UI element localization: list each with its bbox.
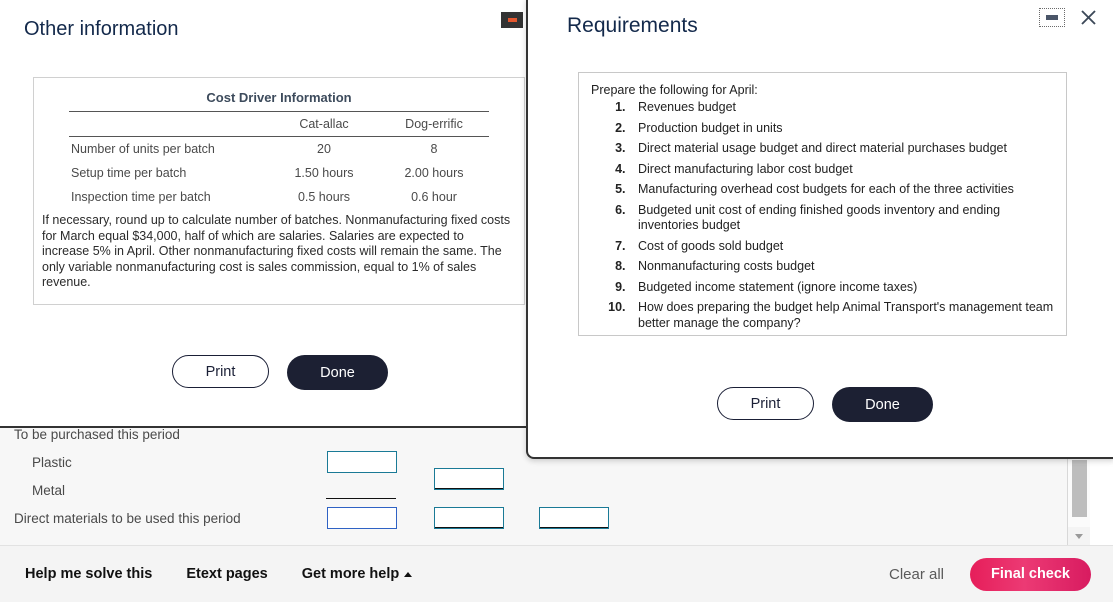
cell-cat-allac: 20 [317, 142, 331, 156]
minimize-button-requirements[interactable] [1039, 7, 1065, 27]
minimize-icon [1046, 14, 1058, 20]
etext-pages-label: Etext pages [186, 566, 268, 582]
row-label: Inspection time per batch [71, 190, 211, 204]
get-more-help-label: Get more help [301, 566, 400, 582]
subtotal-rule-col1 [326, 498, 396, 499]
list-item: Manufacturing overhead cost budgets for … [629, 182, 1054, 198]
table-head: Cat-allac Dog-errific [69, 111, 489, 137]
table-row: Number of units per batch 20 8 [69, 137, 489, 162]
scrollbar-thumb[interactable] [1072, 460, 1087, 517]
list-item: Budgeted income statement (ignore income… [629, 280, 1054, 296]
caret-up-icon [404, 571, 413, 577]
close-icon [1080, 9, 1096, 25]
cell-dog-errific: 0.6 hour [411, 190, 457, 204]
row-label: Direct materials to be used this period [14, 510, 241, 526]
table-row: Inspection time per batch 0.5 hours 0.6 … [69, 185, 489, 209]
row-label: Number of units per batch [71, 142, 215, 156]
cost-driver-exhibit: Cost Driver Information Cat-allac Dog-er… [33, 77, 525, 305]
cell-cat-allac: 0.5 hours [297, 190, 351, 204]
print-button-requirements[interactable]: Print [717, 387, 814, 420]
input-direct-materials-col2[interactable] [434, 507, 504, 529]
cost-driver-table: Cat-allac Dog-errific Number of units pe… [69, 111, 489, 209]
list-item: How does preparing the budget help Anima… [629, 300, 1054, 331]
requirements-intro: Prepare the following for April: [591, 83, 758, 97]
list-item: Budgeted unit cost of ending finished go… [629, 203, 1054, 234]
worksheet-row-direct-materials: Direct materials to be used this period [0, 504, 1070, 532]
exhibit-title: Cost Driver Information [206, 90, 352, 105]
list-item: Direct material usage budget and direct … [629, 141, 1054, 157]
input-plastic-col1[interactable] [327, 451, 397, 473]
help-me-solve-this-link[interactable]: Help me solve this [25, 566, 152, 582]
get-more-help-link[interactable]: Get more help [302, 566, 413, 582]
worksheet-row-metal: Metal [0, 468, 1070, 504]
row-label: Plastic [32, 454, 72, 470]
final-check-button[interactable]: Final check [970, 557, 1091, 591]
other-information-title: Other information [24, 18, 179, 40]
column-header-blank [69, 111, 269, 137]
requirements-buttons: Print Done [717, 387, 933, 422]
input-direct-materials-col1[interactable] [327, 507, 397, 529]
row-label: Setup time per batch [71, 166, 187, 180]
requirements-window-controls [1039, 4, 1101, 30]
scrollbar-down-button[interactable] [1068, 527, 1090, 545]
table-header-row: Cat-allac Dog-errific [69, 111, 489, 137]
cell-cat-allac: 1.50 hours [294, 166, 354, 180]
table-row: Setup time per batch 1.50 hours 2.00 hou… [69, 161, 489, 185]
chevron-down-icon [1075, 533, 1083, 539]
footer-left-links: Help me solve this Etext pages Get more … [0, 566, 413, 582]
requirements-content-box: Prepare the following for April: Revenue… [578, 72, 1067, 336]
close-button-requirements[interactable] [1075, 4, 1101, 30]
table-body: Number of units per batch 20 8 Setup tim… [69, 137, 489, 210]
exhibit-note: If necessary, round up to calculate numb… [42, 213, 511, 289]
row-label: Metal [32, 482, 66, 498]
row-label: To be purchased this period [14, 426, 180, 442]
list-item: Direct manufacturing labor cost budget [629, 162, 1054, 178]
minimize-button-other[interactable] [501, 12, 523, 28]
list-item: Cost of goods sold budget [629, 239, 1054, 255]
clear-all-button[interactable]: Clear all [889, 566, 944, 583]
column-header-dog-errific: Dog-errific [379, 111, 489, 137]
list-item: Nonmanufacturing costs budget [629, 259, 1054, 275]
cell-dog-errific: 2.00 hours [404, 166, 464, 180]
list-item: Revenues budget [629, 100, 1054, 116]
input-metal-col2[interactable] [434, 468, 504, 490]
etext-pages-link[interactable]: Etext pages [186, 566, 267, 582]
minimize-icon [507, 18, 517, 22]
app-root: To be purchased this period Plastic Meta… [0, 0, 1113, 602]
done-button-other[interactable]: Done [287, 355, 388, 390]
other-information-dialog: Other information Cost Driver Informatio… [0, 0, 535, 428]
footer-right-actions: Clear all Final check [889, 557, 1113, 591]
cell-dog-errific: 8 [430, 142, 438, 156]
footer-toolbar: Help me solve this Etext pages Get more … [0, 545, 1113, 602]
help-me-solve-this-label: Help me solve this [25, 566, 153, 582]
requirements-dialog: Requirements Prepare the following for A… [526, 0, 1113, 459]
print-button-other[interactable]: Print [172, 355, 269, 388]
requirements-title: Requirements [567, 14, 698, 37]
list-item: Production budget in units [629, 121, 1054, 137]
input-direct-materials-col3[interactable] [539, 507, 609, 529]
other-information-buttons: Print Done [172, 355, 388, 390]
column-header-cat-allac: Cat-allac [269, 111, 379, 137]
requirements-list: Revenues budget Production budget in uni… [591, 100, 1054, 331]
done-button-requirements[interactable]: Done [832, 387, 933, 422]
